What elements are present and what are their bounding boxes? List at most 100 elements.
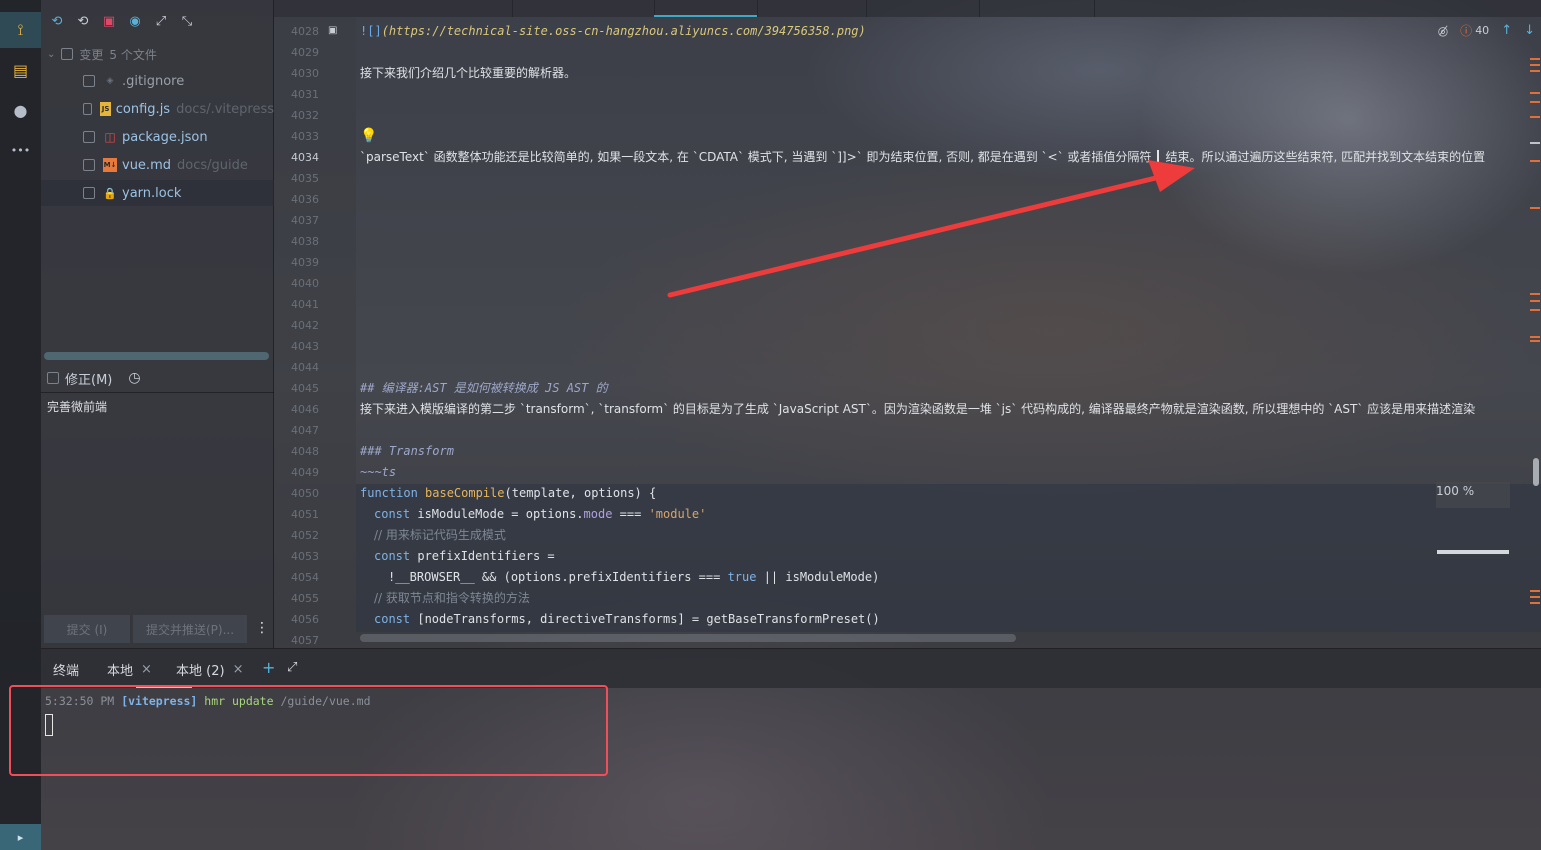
npm-file-icon: ◫ [104, 130, 116, 144]
commit-message[interactable]: 完善微前端 [47, 398, 107, 415]
line-4034-text-a: `parseText` 函数整体功能还是比较简单的, 如果一段文本, 在 `CD… [360, 150, 1152, 164]
more-options-icon[interactable]: ⋮ [255, 620, 269, 636]
editor-horizontal-scrollbar[interactable] [360, 634, 1016, 642]
line-number: 4054 [291, 571, 319, 584]
line-number: 4042 [291, 319, 319, 332]
more-icon[interactable]: ••• [0, 132, 41, 168]
line-number: 4046 [291, 403, 319, 416]
line-number: 4056 [291, 613, 319, 626]
file-name: vue.md [122, 157, 171, 173]
gitignore-file-icon: ◈ [106, 76, 114, 86]
file-path: docs/.vitepress [176, 101, 274, 117]
refresh-icon[interactable]: ⟲ [47, 10, 67, 32]
file-name: .gitignore [122, 73, 185, 89]
file-row-gitignore[interactable]: ◈ .gitignore [41, 68, 274, 94]
terminal-icon[interactable]: ▸ [0, 824, 41, 850]
problems-indicator[interactable]: ⓘ 40 [1460, 22, 1489, 39]
code-text: (template, options) { [504, 486, 657, 500]
warning-stripe[interactable] [1530, 116, 1540, 118]
file-checkbox[interactable] [83, 131, 95, 143]
reader-mode-icon[interactable]: ◎̸ [1438, 24, 1448, 38]
file-checkbox[interactable] [83, 103, 93, 115]
image-link-brackets: ![] [360, 24, 382, 38]
file-row-yarn-lock[interactable]: 🔒 yarn.lock [41, 180, 274, 206]
line-number: 4040 [291, 277, 319, 290]
file-checkbox[interactable] [83, 187, 95, 199]
editor-line-4028: ![](https://technical-site.oss-cn-hangzh… [360, 21, 866, 42]
markdown-editor[interactable]: ![](https://technical-site.oss-cn-hangzh… [356, 17, 1541, 632]
expand-all-icon[interactable]: ⤢ [151, 10, 171, 32]
tab-divider [979, 0, 980, 17]
expand-icon[interactable]: ⤢ [287, 660, 297, 675]
amend-row[interactable]: 修正(M) ◷ [47, 368, 274, 388]
shelve-icon[interactable]: ▣ [99, 10, 119, 32]
tab-divider [757, 0, 758, 17]
line-number: 4031 [291, 88, 319, 101]
warning-stripe[interactable] [1530, 92, 1540, 94]
history-icon[interactable]: ◷ [128, 370, 140, 386]
keyword: const [374, 507, 411, 521]
zoom-slider[interactable] [1437, 550, 1509, 554]
close-icon[interactable]: × [141, 662, 152, 677]
markdown-file-icon: M↓ [103, 158, 117, 172]
warning-stripe[interactable] [1530, 293, 1540, 295]
commit-and-push-button[interactable]: 提交并推送(P)... [133, 615, 247, 643]
github-icon[interactable]: ● [0, 92, 41, 128]
boolean-literal: true [727, 570, 757, 584]
image-preview-icon[interactable]: ▣ [328, 25, 337, 36]
warning-stripe[interactable] [1530, 336, 1540, 338]
close-icon[interactable]: × [233, 662, 244, 677]
warning-icon: ⓘ [1460, 24, 1473, 38]
warning-stripe[interactable] [1530, 309, 1540, 311]
collapse-all-icon[interactable]: ⤡ [177, 10, 197, 32]
commit-message-editor[interactable]: 完善微前端 [41, 392, 274, 610]
previous-problem-icon[interactable]: ↑ [1501, 23, 1512, 38]
warning-stripe[interactable] [1530, 340, 1540, 342]
changes-checkbox[interactable] [61, 48, 74, 60]
lightbulb-icon[interactable]: 💡 [360, 126, 377, 147]
code-text: prefixIdentifiers = [417, 549, 555, 563]
warning-stripe[interactable] [1530, 142, 1540, 144]
file-row-package-json[interactable]: ◫ package.json [41, 124, 274, 150]
file-checkbox[interactable] [83, 75, 95, 87]
warning-stripe[interactable] [1530, 58, 1540, 60]
rollback-icon[interactable]: ⟲ [73, 10, 93, 32]
file-checkbox[interactable] [83, 159, 95, 171]
source-control-icon[interactable]: ⟟ [0, 12, 41, 48]
line-number: 4050 [291, 487, 319, 500]
commit-button[interactable]: 提交 (I) [44, 615, 130, 643]
file-name: config.js [115, 101, 171, 117]
terminal-tab-local[interactable]: 本地 × [107, 660, 152, 679]
file-row-config-js[interactable]: JS config.js docs/.vitepress [41, 96, 274, 122]
warning-stripe[interactable] [1530, 596, 1540, 598]
warning-stripe[interactable] [1530, 590, 1540, 592]
keyword: const [374, 612, 411, 626]
editor-line-4050: function baseCompile(template, options) … [360, 483, 656, 504]
terminal-tab-bar: 终端 本地 × 本地 (2) × + ⤢ [41, 648, 1541, 688]
warning-stripe[interactable] [1530, 300, 1540, 302]
tab-label: 本地 [107, 664, 134, 679]
warning-stripe[interactable] [1530, 602, 1540, 604]
horizontal-scrollbar[interactable] [44, 352, 269, 360]
vertical-scrollbar-thumb[interactable] [1533, 458, 1539, 486]
chevron-down-icon[interactable]: ⌄ [47, 49, 55, 60]
js-file-icon: JS [100, 102, 111, 116]
tab-divider [1094, 0, 1095, 17]
line-number: 4035 [291, 172, 319, 185]
warning-stripe[interactable] [1530, 160, 1540, 162]
warning-stripe[interactable] [1530, 207, 1540, 209]
show-diff-icon[interactable]: ◉ [125, 10, 145, 32]
warning-stripe[interactable] [1530, 70, 1540, 72]
terminal-tab-local-2[interactable]: 本地 (2) × [176, 660, 243, 679]
line-number: 4044 [291, 361, 319, 374]
image-link-url[interactable]: (https://technical-site.oss-cn-hangzhou.… [382, 24, 866, 38]
next-problem-icon[interactable]: ↓ [1524, 23, 1535, 38]
amend-checkbox[interactable] [47, 372, 59, 384]
warning-stripe[interactable] [1530, 101, 1540, 103]
warning-stripe[interactable] [1530, 64, 1540, 66]
add-terminal-icon[interactable]: + [262, 658, 275, 677]
changes-header[interactable]: ⌄ 变更 5 个文件 [47, 45, 157, 63]
file-row-vue-md[interactable]: M↓ vue.md docs/guide [41, 152, 274, 178]
database-icon[interactable]: ▤ [0, 52, 41, 88]
line-number: 4033 [291, 130, 319, 143]
